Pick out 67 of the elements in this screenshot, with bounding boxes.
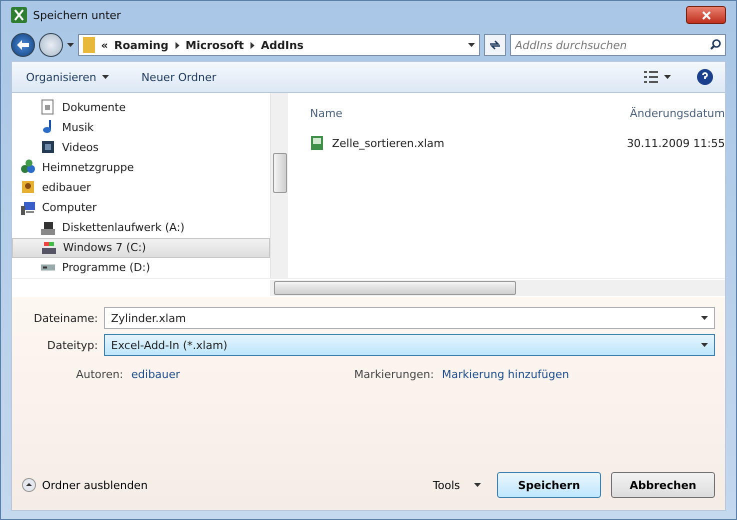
column-header[interactable]: Änderungsdatum: [630, 107, 725, 135]
search-icon: [710, 39, 721, 50]
breadcrumb[interactable]: AddIns: [260, 38, 304, 52]
nav-item[interactable]: Computer: [12, 197, 270, 218]
spreadsheet-file-icon: [310, 135, 326, 151]
breadcrumb[interactable]: Roaming: [114, 38, 168, 52]
hide-folders-button[interactable]: Ordner ausblenden: [22, 478, 148, 492]
floppy-icon: [40, 220, 56, 236]
caret-icon: [102, 75, 110, 79]
nav-item[interactable]: edibauer: [12, 177, 270, 198]
caret-icon: [701, 343, 708, 347]
dropdown-caret-icon: [468, 43, 475, 47]
overflow-chevron[interactable]: «: [101, 38, 108, 52]
horizontal-scrollbar[interactable]: [270, 280, 725, 296]
tools-menu[interactable]: Tools: [426, 476, 487, 494]
nav-item[interactable]: Heimnetzgruppe: [12, 157, 270, 178]
cancel-button[interactable]: Abbrechen: [611, 472, 715, 498]
network-icon: [20, 159, 36, 176]
nav-item[interactable]: Dokumente: [12, 97, 270, 118]
computer-icon: [20, 200, 36, 216]
drive-icon: [40, 264, 56, 272]
file-name[interactable]: Zelle_sortieren.xlam: [332, 136, 444, 150]
nav-item[interactable]: Diskettenlaufwerk (A:): [12, 218, 270, 238]
view-menu[interactable]: [642, 69, 673, 85]
organize-menu[interactable]: Organisieren: [24, 68, 112, 86]
column-header[interactable]: Name: [310, 107, 342, 135]
forward-button[interactable]: [39, 33, 63, 57]
back-button[interactable]: [11, 33, 35, 57]
caret-icon: [474, 483, 481, 487]
spreadsheet-icon: [11, 7, 27, 23]
arrow-left-icon: [17, 40, 29, 50]
tags-link[interactable]: Markierung hinzufügen: [442, 368, 570, 381]
close-icon: [702, 10, 710, 20]
field-label: Markierungen:: [354, 368, 434, 381]
field-label: Autoren:: [76, 368, 124, 381]
field-label: Dateiname:: [32, 312, 98, 324]
scrollbar[interactable]: [270, 93, 288, 278]
refresh-button[interactable]: [484, 34, 506, 56]
user-icon: [20, 179, 36, 196]
list-view-icon: [644, 71, 658, 83]
caret-icon: [701, 316, 708, 320]
history-caret-icon: [67, 43, 74, 47]
field-label: Dateityp:: [46, 338, 98, 352]
nav-item[interactable]: Videos: [12, 137, 270, 158]
file-type-dropdown[interactable]: Excel-Add-In (*.xlam): [104, 334, 715, 356]
modified-date: 30.11.2009 11:55: [626, 136, 725, 150]
nav-item[interactable]: Windows 7 (C:): [12, 238, 270, 258]
video-icon: [40, 139, 56, 156]
save-button[interactable]: Speichern: [497, 472, 601, 498]
filename-field[interactable]: Zylinder.xlam: [104, 307, 715, 329]
close-button[interactable]: [686, 6, 726, 24]
refresh-icon: [489, 40, 501, 50]
authors-link[interactable]: edibauer: [131, 368, 180, 381]
window-title: Speichern unter: [33, 8, 122, 22]
chevron-icon: [250, 42, 255, 48]
address-bar[interactable]: « Roaming Microsoft AddIns: [78, 34, 480, 56]
document-icon: [40, 99, 56, 116]
breadcrumb[interactable]: Microsoft: [186, 38, 244, 52]
collapse-icon: [22, 478, 36, 492]
system-drive-icon: [41, 240, 57, 256]
new-folder-button[interactable]: Neuer Ordner: [139, 68, 218, 86]
nav-item[interactable]: Programme (D:): [12, 258, 270, 278]
caret-icon: [664, 75, 671, 79]
folder-icon: [83, 37, 95, 53]
nav-item[interactable]: Musik: [12, 117, 270, 138]
chevron-icon: [174, 42, 180, 48]
help-icon[interactable]: [697, 69, 713, 85]
